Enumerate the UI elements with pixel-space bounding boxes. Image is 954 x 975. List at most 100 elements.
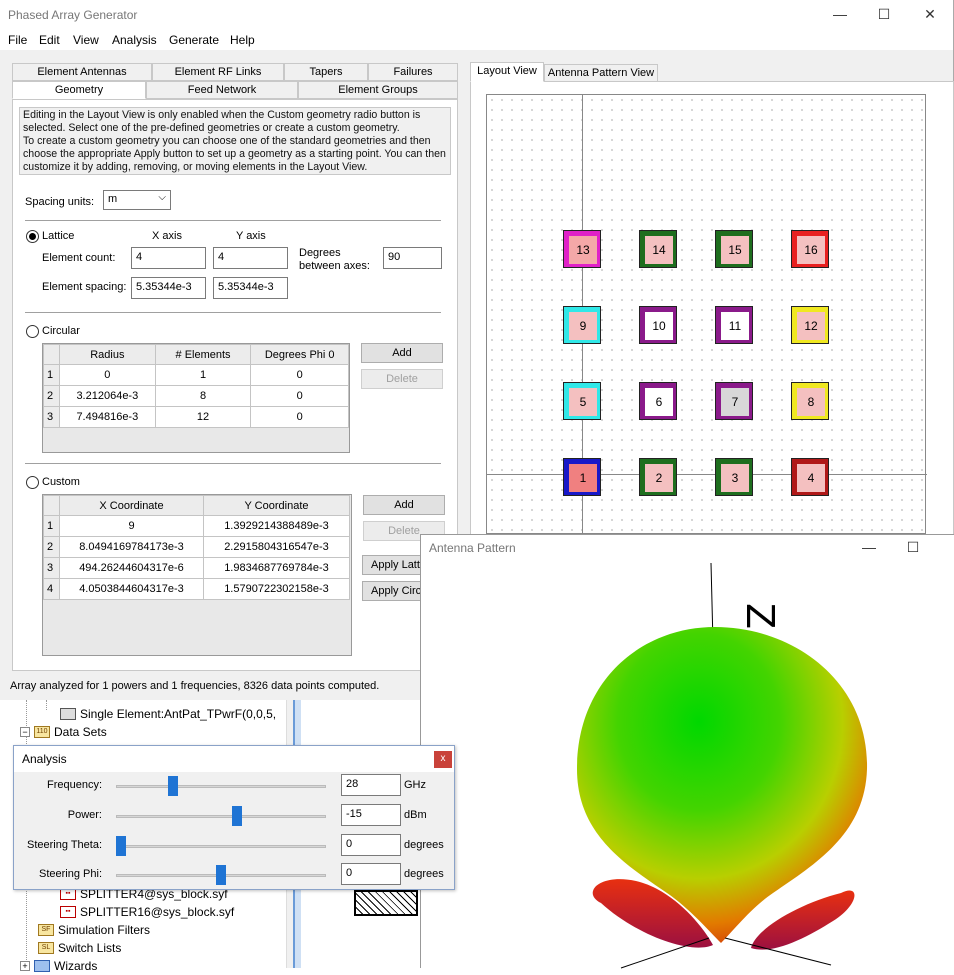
power-slider[interactable]: [116, 815, 326, 818]
table-row[interactable]: 3 494.26244604317e-6 1.9834687769784e-3: [43, 557, 350, 579]
expand-icon[interactable]: +: [20, 961, 30, 971]
element-spacing-y-input[interactable]: 5.35344e-3: [213, 277, 288, 299]
circular-delete-button[interactable]: Delete: [361, 369, 443, 389]
array-element-6[interactable]: 6: [639, 382, 677, 420]
frequency-slider[interactable]: [116, 785, 326, 788]
column-header[interactable]: Radius: [58, 344, 156, 365]
element-spacing-x-input[interactable]: 5.35344e-3: [131, 277, 206, 299]
steering-phi-slider-thumb[interactable]: [216, 865, 226, 885]
maximize-icon[interactable]: ☐: [903, 539, 923, 556]
array-element-9[interactable]: 9: [563, 306, 601, 344]
table-row[interactable]: 2 8.0494169784173e-3 2.2915804316547e-3: [43, 536, 350, 558]
minimize-icon[interactable]: —: [859, 539, 879, 555]
spacing-units-label: Spacing units:: [25, 196, 95, 208]
collapse-icon[interactable]: −: [20, 727, 30, 737]
power-slider-thumb[interactable]: [232, 806, 242, 826]
circular-label: Circular: [42, 325, 80, 337]
tab-element-antennas[interactable]: Element Antennas: [12, 63, 152, 81]
disk-icon: [60, 708, 76, 720]
array-element-number: 7: [721, 388, 749, 416]
spacing-units-select[interactable]: m ⌵: [103, 190, 171, 210]
tab-antenna-pattern-view[interactable]: Antenna Pattern View: [544, 64, 658, 82]
array-element-1[interactable]: 1: [563, 458, 601, 496]
column-header[interactable]: # Elements: [154, 344, 252, 365]
power-input[interactable]: -15: [341, 804, 401, 826]
frequency-input[interactable]: 28: [341, 774, 401, 796]
array-element-11[interactable]: 11: [715, 306, 753, 344]
array-element-3[interactable]: 3: [715, 458, 753, 496]
custom-table[interactable]: X Coordinate Y Coordinate 1 9 1.39292143…: [42, 494, 352, 656]
minimize-icon[interactable]: —: [830, 6, 850, 22]
menu-view[interactable]: View: [73, 33, 99, 47]
array-element-2[interactable]: 2: [639, 458, 677, 496]
folder-icon: 110: [34, 726, 50, 738]
menu-file[interactable]: File: [8, 33, 27, 47]
tree-item-splitter16[interactable]: ▪▪ SPLITTER16@sys_block.syf: [60, 903, 234, 921]
steering-theta-input[interactable]: 0: [341, 834, 401, 856]
table-row[interactable]: 2 3.212064e-3 8 0: [43, 385, 349, 407]
folder-icon: SF: [38, 924, 54, 936]
circular-table[interactable]: Radius # Elements Degrees Phi 0 1 0 1 0 …: [42, 343, 350, 453]
array-element-13[interactable]: 13: [563, 230, 601, 268]
menu-help[interactable]: Help: [230, 33, 255, 47]
table-row[interactable]: 1 9 1.3929214388489e-3: [43, 515, 350, 537]
separator: [25, 220, 441, 221]
analysis-title-bar: Analysis x: [14, 746, 454, 772]
array-element-7[interactable]: 7: [715, 382, 753, 420]
tab-failures[interactable]: Failures: [368, 63, 458, 81]
circular-add-button[interactable]: Add: [361, 343, 443, 363]
tree-item-switch-lists[interactable]: SL Switch Lists: [38, 939, 121, 957]
custom-add-button[interactable]: Add: [363, 495, 445, 515]
menu-generate[interactable]: Generate: [169, 33, 219, 47]
tab-tapers[interactable]: Tapers: [284, 63, 368, 81]
x-axis-line: [487, 474, 927, 475]
menu-edit[interactable]: Edit: [39, 33, 60, 47]
degrees-label: Degrees: [299, 247, 341, 259]
tab-element-groups[interactable]: Element Groups: [298, 81, 458, 99]
steering-phi-input[interactable]: 0: [341, 863, 401, 885]
tree-item-data-sets[interactable]: − 110 Data Sets: [20, 723, 107, 741]
array-element-5[interactable]: 5: [563, 382, 601, 420]
tree-item-single-element[interactable]: Single Element:AntPat_TPwrF(0,0,5,: [60, 705, 276, 723]
circular-radio[interactable]: [26, 325, 39, 338]
custom-radio[interactable]: [26, 476, 39, 489]
layout-canvas[interactable]: 13 14 15 16 9 10 11 12 5 6 7 8 1 2 3 4: [486, 94, 927, 535]
close-icon[interactable]: ✕: [920, 6, 940, 23]
menu-analysis[interactable]: Analysis: [112, 33, 157, 47]
element-count-y-input[interactable]: 4: [213, 247, 288, 269]
array-element-4[interactable]: 4: [791, 458, 829, 496]
status-bar: Array analyzed for 1 powers and 1 freque…: [0, 676, 420, 698]
frequency-slider-thumb[interactable]: [168, 776, 178, 796]
element-count-x-input[interactable]: 4: [131, 247, 206, 269]
close-icon[interactable]: x: [434, 751, 452, 768]
geometry-help-note: Editing in the Layout View is only enabl…: [19, 107, 451, 175]
tab-feed-network[interactable]: Feed Network: [146, 81, 298, 99]
array-element-number: 10: [645, 312, 673, 340]
column-header[interactable]: Degrees Phi 0: [250, 344, 349, 365]
maximize-icon[interactable]: ☐: [874, 6, 894, 23]
array-element-16[interactable]: 16: [791, 230, 829, 268]
steering-theta-slider[interactable]: [116, 845, 326, 848]
array-element-15[interactable]: 15: [715, 230, 753, 268]
tree-item-simulation-filters[interactable]: SF Simulation Filters: [38, 921, 150, 939]
table-row[interactable]: 4 4.0503844604317e-3 1.5790722302158e-3: [43, 578, 350, 600]
antenna-pattern-title: Antenna Pattern: [429, 541, 516, 555]
steering-theta-slider-thumb[interactable]: [116, 836, 126, 856]
tab-layout-view[interactable]: Layout View: [470, 62, 544, 82]
array-element-number: 14: [645, 236, 673, 264]
array-element-12[interactable]: 12: [791, 306, 829, 344]
tab-element-rf-links[interactable]: Element RF Links: [152, 63, 284, 81]
array-element-14[interactable]: 14: [639, 230, 677, 268]
antenna-pattern-plot[interactable]: Z A: [421, 563, 954, 969]
array-element-8[interactable]: 8: [791, 382, 829, 420]
table-row[interactable]: 1 0 1 0: [43, 364, 349, 386]
lattice-radio[interactable]: [26, 230, 39, 243]
tab-geometry[interactable]: Geometry: [12, 81, 146, 99]
degrees-between-axes-input[interactable]: 90: [383, 247, 442, 269]
column-header[interactable]: Y Coordinate: [203, 495, 350, 516]
tree-item-wizards[interactable]: + Wizards: [20, 957, 97, 975]
table-row[interactable]: 3 7.494816e-3 12 0: [43, 406, 349, 428]
array-element-10[interactable]: 10: [639, 306, 677, 344]
column-header[interactable]: X Coordinate: [59, 495, 204, 516]
hatched-block: [354, 890, 418, 916]
